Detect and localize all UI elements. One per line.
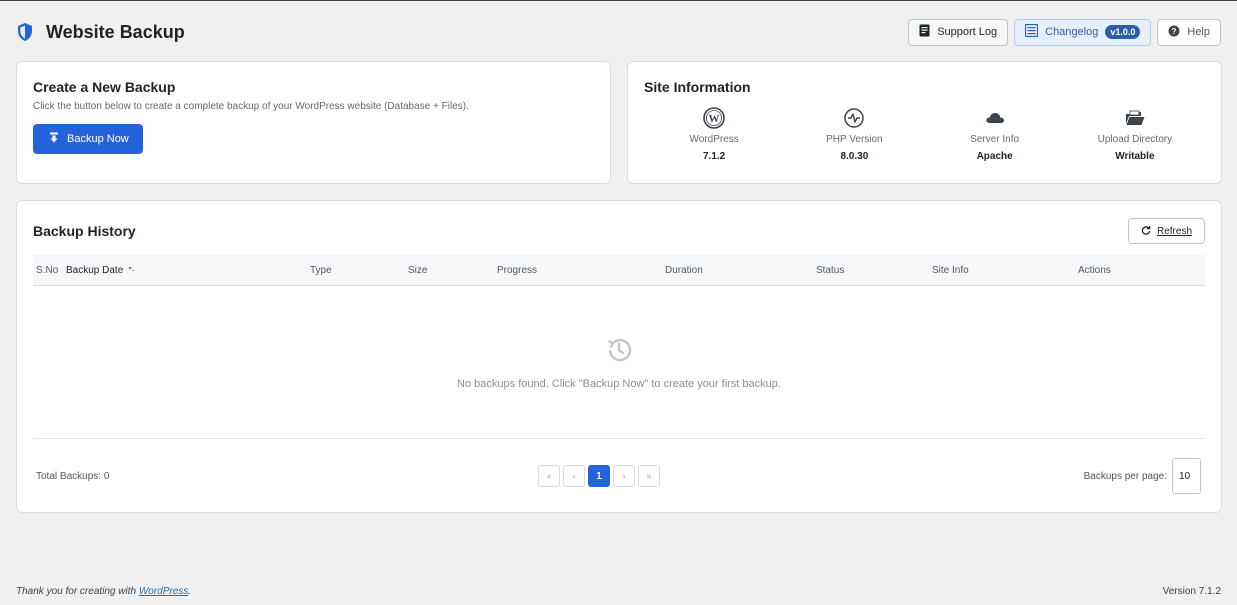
- support-log-label: Support Log: [937, 26, 998, 38]
- site-info-label: Upload Directory: [1097, 134, 1173, 145]
- create-backup-description: Click the button below to create a compl…: [33, 101, 469, 112]
- column-header-duration: Duration: [665, 265, 703, 276]
- column-header-type: Type: [310, 265, 332, 276]
- wordpress-link[interactable]: WordPress: [139, 586, 188, 597]
- sort-icon: [127, 265, 135, 276]
- site-info-server: Server Info Apache: [925, 107, 1065, 162]
- site-info-php: PHP Version 8.0.30: [784, 107, 924, 162]
- refresh-button[interactable]: Refresh: [1127, 218, 1205, 244]
- total-backups: Total Backups: 0: [36, 471, 110, 482]
- help-label: Help: [1187, 26, 1210, 38]
- table-header: S.No Backup Date Type Size Progress Dura…: [33, 255, 1205, 286]
- site-info-value: 7.1.2: [703, 151, 726, 162]
- column-header-backup-date[interactable]: Backup Date: [66, 265, 135, 276]
- site-info-grid: W WordPress 7.1.2 PHP Version 8.0.30 Ser…: [644, 107, 1205, 162]
- pagination-next[interactable]: ›: [613, 465, 635, 487]
- wordpress-icon: W: [703, 107, 725, 129]
- site-info-upload: Upload Directory Writable: [1065, 107, 1205, 162]
- svg-text:W: W: [709, 113, 720, 125]
- site-info-value: Writable: [1115, 151, 1155, 162]
- per-page-label: Backups per page:: [1083, 470, 1167, 482]
- download-icon: [49, 132, 59, 147]
- backup-now-label: Backup Now: [67, 133, 129, 145]
- cloud-icon: [984, 107, 1006, 129]
- svg-text:?: ?: [1172, 27, 1177, 36]
- site-info-label: Server Info: [970, 134, 1020, 145]
- site-info-label: PHP Version: [826, 134, 883, 145]
- changelog-button[interactable]: Changelog v1.0.0: [1014, 18, 1152, 46]
- site-info-wordpress: W WordPress 7.1.2: [644, 107, 784, 162]
- empty-state-text: No backups found. Click "Backup Now" to …: [457, 377, 781, 390]
- per-page-control: Backups per page: 10: [1084, 458, 1201, 494]
- column-header-size: Size: [408, 265, 428, 276]
- list-icon: [1025, 23, 1039, 40]
- site-info-label: WordPress: [689, 134, 739, 145]
- footer-thanks: Thank you for creating with WordPress.: [16, 586, 191, 597]
- folder-open-icon: [1124, 107, 1146, 129]
- help-button[interactable]: ? Help: [1157, 18, 1221, 46]
- changelog-label: Changelog: [1045, 26, 1099, 38]
- pagination: « ‹ 1 › »: [538, 465, 660, 487]
- column-header-sno: S.No: [36, 265, 59, 276]
- activity-icon: [843, 107, 865, 129]
- pagination-last[interactable]: »: [638, 465, 660, 487]
- create-backup-title: Create a New Backup: [33, 79, 176, 95]
- backup-history-title: Backup History: [33, 223, 136, 239]
- footer-version: Version 7.1.2: [1162, 586, 1221, 597]
- support-log-button[interactable]: Support Log: [908, 18, 1009, 46]
- site-information-card: Site Information W WordPress 7.1.2 PHP V…: [627, 61, 1222, 184]
- footer-thanks-prefix: Thank you for creating with: [16, 586, 139, 597]
- backup-date-label: Backup Date: [66, 265, 124, 276]
- column-header-progress: Progress: [497, 265, 538, 276]
- create-backup-card: Create a New Backup Click the button bel…: [16, 61, 611, 184]
- question-icon: ?: [1168, 25, 1180, 40]
- table-footer: Total Backups: 0 « ‹ 1 › » Backups per p…: [33, 439, 1205, 511]
- header-actions: Support Log Changelog v1.0.0 ? Help: [908, 18, 1221, 46]
- empty-state: No backups found. Click "Backup Now" to …: [33, 286, 1205, 439]
- backup-history-header: Backup History Refresh: [33, 217, 1205, 245]
- site-information-title: Site Information: [644, 79, 751, 95]
- pagination-first[interactable]: «: [538, 465, 560, 487]
- per-page-input[interactable]: 10: [1172, 458, 1201, 494]
- footer-thanks-suffix: .: [188, 586, 192, 597]
- page-header: Website Backup Support Log Changelog v1.…: [16, 17, 1221, 47]
- page-title: Website Backup: [46, 21, 185, 42]
- pagination-page-current[interactable]: 1: [588, 465, 610, 487]
- column-header-actions: Actions: [1078, 265, 1111, 276]
- backup-history-card: Backup History Refresh S.No Backup Date …: [16, 200, 1222, 513]
- site-info-value: Apache: [976, 151, 1013, 162]
- column-header-status: Status: [816, 265, 845, 276]
- shield-icon: [16, 21, 36, 43]
- brand: Website Backup: [16, 21, 185, 43]
- column-header-site-info: Site Info: [932, 265, 969, 276]
- history-icon: [604, 335, 634, 370]
- backup-now-button[interactable]: Backup Now: [33, 124, 143, 154]
- version-badge: v1.0.0: [1105, 25, 1141, 39]
- site-info-value: 8.0.30: [840, 151, 869, 162]
- refresh-label: Refresh: [1156, 225, 1192, 237]
- document-icon: [919, 24, 930, 40]
- refresh-icon: [1141, 225, 1151, 238]
- pagination-prev[interactable]: ‹: [563, 465, 585, 487]
